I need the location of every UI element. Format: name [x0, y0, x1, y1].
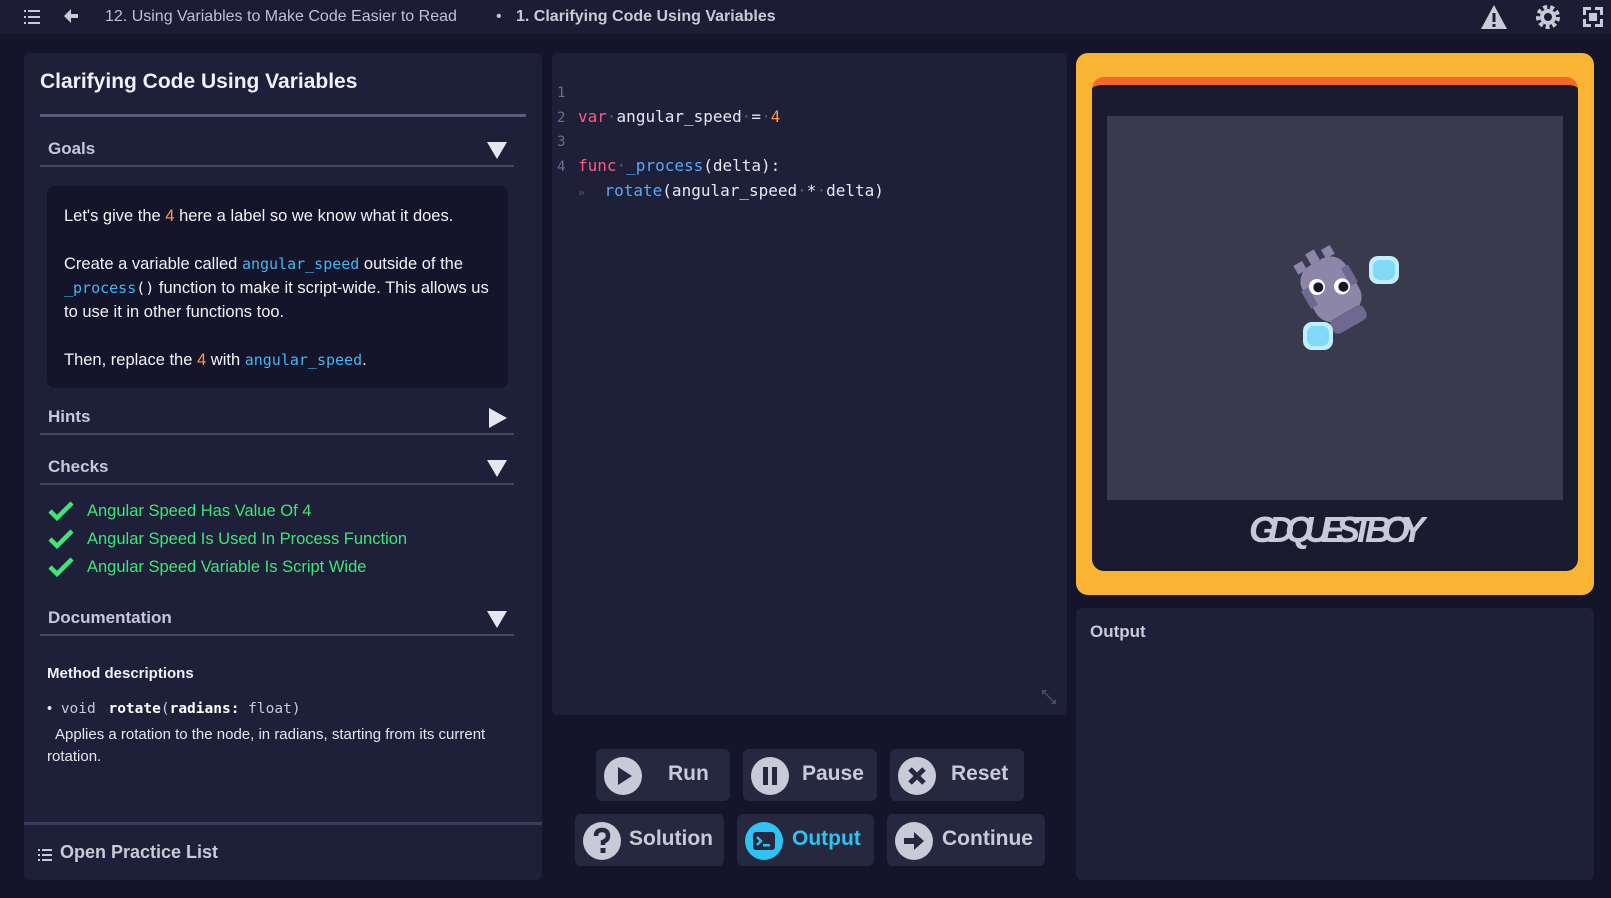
triangle-down-icon — [487, 460, 507, 477]
game-viewport[interactable] — [1107, 116, 1563, 500]
pause-label: Pause — [802, 762, 864, 785]
solution-label: Solution — [629, 827, 713, 850]
output-panel: Output — [1076, 608, 1594, 880]
reset-label: Reset — [951, 762, 1009, 785]
checks-section-header[interactable]: Checks — [40, 453, 514, 485]
documentation-label: Documentation — [48, 608, 172, 627]
open-practice-list-button[interactable]: Open Practice List — [24, 822, 542, 880]
back-arrow-icon[interactable] — [62, 6, 80, 26]
code-line: 4 » rotate(angular_speed·*·delta) — [557, 159, 884, 200]
reset-button[interactable]: Reset — [890, 749, 1024, 801]
code-editor[interactable]: 1 var·angular_speed·=·4 2 3 func·_proces… — [552, 53, 1067, 715]
doc-method-signature: • void rotate(radians: float) — [47, 701, 301, 717]
gdquest-boy-logo: GDQUEST BOY — [1249, 509, 1428, 550]
robot-sprite — [1293, 244, 1399, 350]
lesson-title: Clarifying Code Using Variables — [40, 70, 358, 93]
check-item: Angular Speed Has Value Of 4 — [48, 499, 311, 523]
game-screen: GDQUEST BOY — [1092, 77, 1578, 571]
run-button[interactable]: Run — [596, 749, 730, 801]
goal-paragraph-1: Let's give the 4 here a label so we know… — [64, 207, 454, 225]
continue-button[interactable]: Continue — [887, 814, 1045, 866]
gear-icon[interactable] — [1534, 3, 1562, 31]
lesson-panel: Clarifying Code Using Variables Goals Le… — [24, 53, 542, 880]
list-icon — [38, 849, 52, 861]
top-bar: 12. Using Variables to Make Code Easier … — [0, 0, 1611, 34]
code-line: 1 var·angular_speed·=·4 — [557, 85, 781, 126]
triangle-down-icon — [487, 611, 507, 628]
goals-content: Let's give the 4 here a label so we know… — [47, 186, 508, 388]
doc-method-description: Applies a rotation to the node, in radia… — [47, 726, 486, 765]
goal-paragraph-3: Then, replace the 4 with angular_speed. — [64, 351, 367, 369]
run-label: Run — [668, 762, 709, 785]
play-icon — [604, 757, 642, 795]
goal-paragraph-2: Create a variable called angular_speed o… — [64, 255, 489, 321]
documentation-section-header[interactable]: Documentation — [40, 604, 514, 636]
checks-label: Checks — [48, 457, 109, 476]
breadcrumb-separator: • — [496, 8, 502, 25]
x-circle-icon — [898, 757, 936, 795]
check-item: Angular Speed Is Used In Process Functio… — [48, 527, 407, 551]
output-label: Output — [792, 827, 861, 850]
title-divider — [40, 114, 526, 117]
code-line: 2 — [557, 110, 566, 126]
checkmark-icon — [48, 529, 74, 550]
warning-icon[interactable] — [1480, 3, 1508, 31]
arrow-right-icon — [895, 822, 933, 860]
terminal-icon — [745, 822, 783, 860]
pause-icon — [751, 757, 789, 795]
game-preview-frame: GDQUEST BOY — [1076, 53, 1594, 595]
goals-section-header[interactable]: Goals — [40, 135, 514, 167]
checkmark-icon — [48, 501, 74, 522]
svg-text:GDQUEST BOY: GDQUEST BOY — [1249, 509, 1428, 550]
triangle-right-icon — [489, 408, 507, 428]
open-practice-list-label: Open Practice List — [60, 842, 219, 862]
solution-button[interactable]: Solution — [575, 814, 724, 866]
output-button[interactable]: Output — [737, 814, 874, 866]
code-line: 3 func·_process(delta): — [557, 134, 781, 175]
output-title: Output — [1090, 622, 1146, 641]
hints-label: Hints — [48, 407, 91, 426]
continue-label: Continue — [942, 827, 1033, 850]
check-item: Angular Speed Variable Is Script Wide — [48, 555, 366, 579]
breadcrumb-course[interactable]: 12. Using Variables to Make Code Easier … — [105, 8, 457, 26]
triangle-down-icon — [487, 142, 507, 159]
menu-icon[interactable] — [24, 8, 40, 26]
breadcrumb-current: 1. Clarifying Code Using Variables — [516, 8, 776, 25]
resize-icon[interactable] — [1039, 687, 1059, 707]
doc-heading: Method descriptions — [47, 665, 194, 682]
pause-button[interactable]: Pause — [743, 749, 877, 801]
question-icon — [583, 822, 621, 860]
fullscreen-icon[interactable] — [1581, 5, 1605, 29]
hints-section-header[interactable]: Hints — [40, 403, 514, 435]
checkmark-icon — [48, 557, 74, 578]
goals-label: Goals — [48, 139, 96, 158]
